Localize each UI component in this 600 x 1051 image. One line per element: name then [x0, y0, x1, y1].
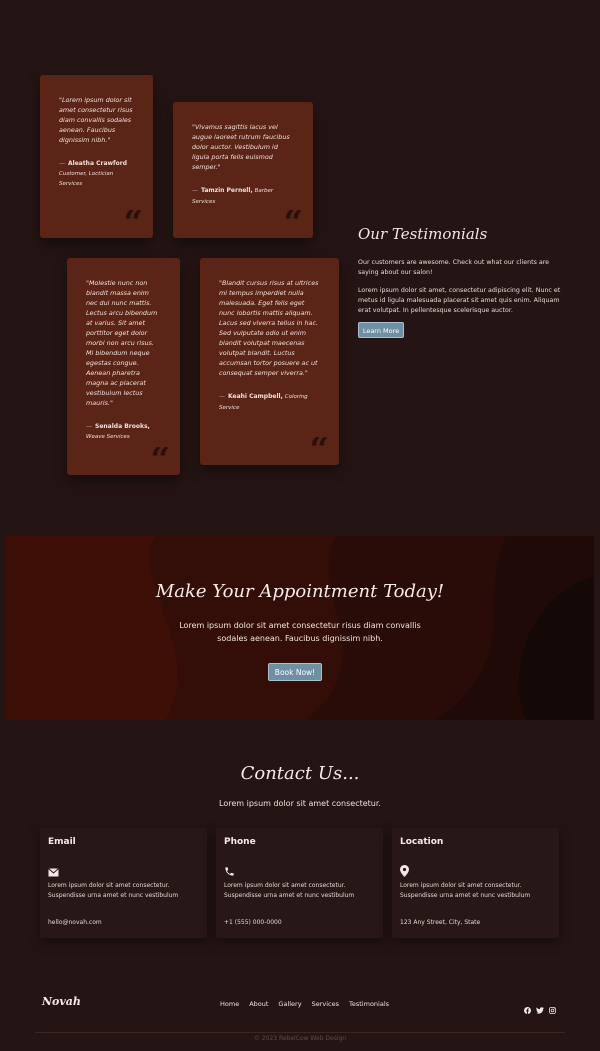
address-text: 123 Any Street, City, State	[400, 919, 481, 926]
instagram-icon[interactable]	[549, 999, 556, 1018]
nav-link-about[interactable]: About	[249, 1000, 268, 1008]
testimonial-quote: "Molestie nunc non blandit massa enim ne…	[86, 279, 158, 407]
footer-logo[interactable]: Novah	[42, 995, 81, 1008]
author-name: Keahi Campbell,	[228, 393, 283, 400]
contact-card-heading: Location	[400, 837, 444, 847]
email-link[interactable]: hello@novah.com	[48, 919, 102, 926]
copyright-text: © 2023 RebelCow Web Design	[253, 1035, 347, 1042]
testimonial-quote: "Lorem ipsum dolor sit amet consectetur …	[59, 96, 133, 144]
quote-icon: “	[150, 447, 170, 467]
contact-card-location: Location Lorem ipsum dolor sit amet cons…	[392, 828, 559, 938]
envelope-icon	[48, 862, 59, 881]
author-role: Weave Services	[86, 433, 130, 440]
author-name: Tamzin Pernell,	[201, 187, 253, 194]
testimonial-author: — Tamzin Pernell, Barber Services	[192, 187, 274, 205]
footer-nav: Home About Gallery Services Testimonials	[220, 1000, 389, 1008]
appointment-text: Lorem ipsum dolor sit amet consectetur r…	[179, 621, 421, 643]
quote-icon: “	[283, 210, 303, 230]
footer-divider	[35, 1032, 565, 1033]
author-name: Senalda Brooks,	[95, 423, 150, 430]
nav-link-services[interactable]: Services	[312, 1000, 339, 1008]
learn-more-button[interactable]: Learn More	[358, 322, 404, 338]
map-pin-icon	[400, 862, 409, 881]
contact-card-email: Email Lorem ipsum dolor sit amet consect…	[40, 828, 207, 938]
nav-link-gallery[interactable]: Gallery	[278, 1000, 301, 1008]
nav-link-testimonials[interactable]: Testimonials	[349, 1000, 389, 1008]
testimonials-intro: Our customers are awesome. Check out wha…	[358, 259, 550, 276]
testimonials-body: Lorem ipsum dolor sit amet, consectetur …	[358, 287, 561, 314]
contact-card-description: Lorem ipsum dolor sit amet consectetur. …	[400, 882, 531, 899]
testimonial-author: — Senalda Brooks, Weave Services	[86, 423, 150, 440]
nav-link-home[interactable]: Home	[220, 1000, 239, 1008]
author-name: Aleatha Crawford	[68, 160, 128, 167]
contact-card-description: Lorem ipsum dolor sit amet consectetur. …	[224, 882, 355, 899]
social-links	[524, 999, 556, 1018]
phone-icon	[224, 862, 235, 881]
book-now-button[interactable]: Book Now!	[268, 663, 322, 681]
contact-card-heading: Email	[48, 837, 76, 847]
contact-title: Contact Us...	[240, 763, 360, 784]
testimonial-card: "Lorem ipsum dolor sit amet consectetur …	[40, 75, 153, 238]
quote-icon: “	[309, 437, 329, 457]
testimonial-author: — Aleatha Crawford Customer, Loctician Se…	[59, 160, 128, 188]
quote-icon: “	[123, 210, 143, 230]
testimonials-title: Our Testimonials	[358, 225, 488, 243]
author-role: Customer, Loctician Services	[59, 170, 114, 188]
appointment-title: Make Your Appointment Today!	[155, 581, 445, 602]
testimonial-author: — Keahi Campbell, Coloring Service	[219, 393, 308, 411]
contact-card-phone: Phone Lorem ipsum dolor sit amet consect…	[216, 828, 383, 938]
contact-card-heading: Phone	[224, 837, 256, 847]
phone-link[interactable]: +1 (555) 000-0000	[224, 919, 282, 926]
twitter-icon[interactable]	[536, 999, 544, 1018]
facebook-icon[interactable]	[524, 999, 531, 1018]
testimonial-quote: "Vivamus sagittis lacus vel augue laoree…	[192, 123, 290, 171]
contact-subtitle: Lorem ipsum dolor sit amet consectetur.	[219, 799, 381, 808]
testimonial-card: "Blandit cursus risus at ultrices mi tem…	[200, 258, 339, 465]
contact-card-description: Lorem ipsum dolor sit amet consectetur. …	[48, 882, 179, 899]
testimonial-card: "Molestie nunc non blandit massa enim ne…	[67, 258, 180, 475]
testimonial-card: "Vivamus sagittis lacus vel augue laoree…	[173, 102, 313, 238]
testimonial-quote: "Blandit cursus risus at ultrices mi tem…	[219, 279, 319, 377]
